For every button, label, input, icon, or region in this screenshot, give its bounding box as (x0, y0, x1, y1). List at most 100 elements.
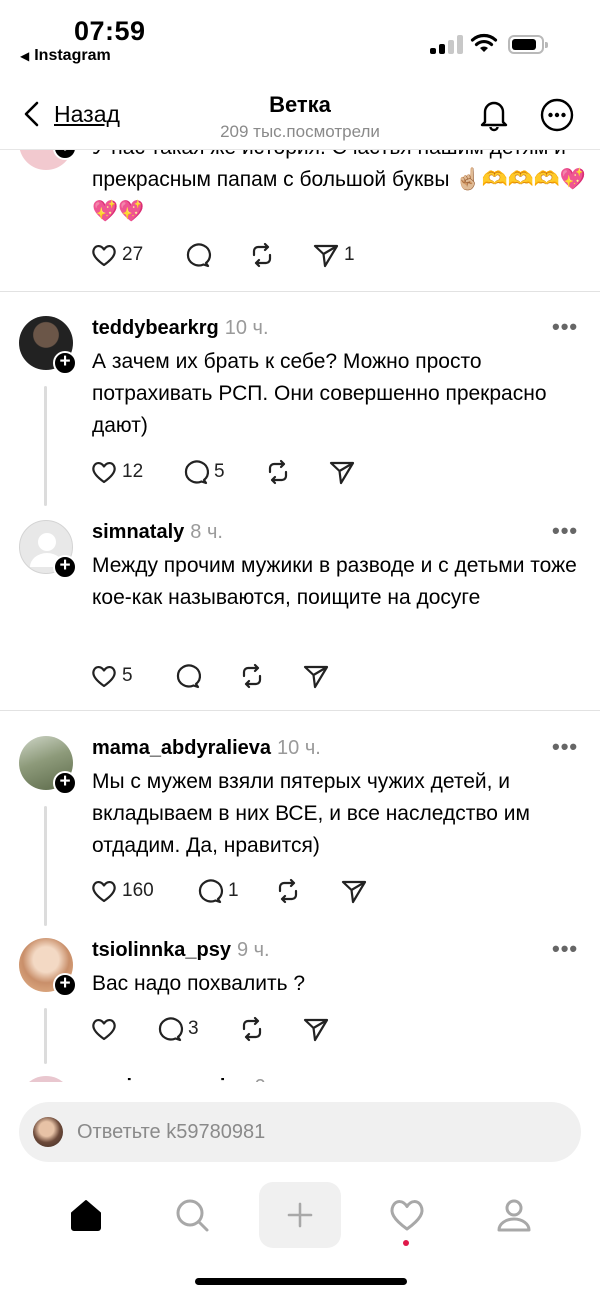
post-more-icon[interactable]: ••• (552, 734, 578, 760)
post-time: 8 ч. (190, 521, 223, 543)
repost-icon (242, 1016, 262, 1042)
share-button[interactable] (302, 662, 330, 690)
username[interactable]: mama_abdyralieva 10 ч. (92, 737, 321, 760)
avatar[interactable] (19, 1076, 73, 1082)
tab-search[interactable] (162, 1180, 222, 1250)
battery-icon (508, 35, 548, 54)
heart-icon (92, 461, 116, 484)
status-time: 07:59 (74, 16, 146, 46)
thread-line (44, 1008, 47, 1064)
repost-button[interactable] (248, 241, 276, 269)
send-icon (313, 244, 339, 268)
post-time: 10 ч. (224, 317, 269, 339)
like-button[interactable]: 27 (90, 241, 143, 269)
search-icon (176, 1199, 209, 1232)
username[interactable]: tsiolinnka_psy 9 ч. (92, 939, 270, 962)
profile-icon (497, 1199, 531, 1232)
like-button[interactable]: 5 (90, 662, 133, 690)
send-icon (303, 1018, 329, 1042)
reply-count: 5 (214, 461, 225, 482)
bell-icon[interactable] (476, 96, 512, 132)
username[interactable]: simnataly 8 ч. (92, 521, 223, 544)
follow-plus-icon[interactable]: + (53, 771, 77, 795)
reply-button[interactable]: 1 (196, 877, 239, 905)
comment-icon (158, 1017, 183, 1042)
like-button[interactable]: 12 (90, 458, 143, 486)
send-icon (329, 461, 355, 485)
repost-button[interactable] (238, 662, 266, 690)
plus-icon (287, 1202, 313, 1228)
reply-placeholder: Ответьте k59780981 (77, 1121, 266, 1143)
reply-button[interactable]: 5 (182, 458, 225, 486)
share-button[interactable] (302, 1015, 330, 1043)
back-triangle-icon: ◀ (20, 49, 30, 63)
heart-icon (390, 1200, 424, 1231)
repost-button[interactable] (264, 458, 292, 486)
share-button[interactable]: 1 (312, 241, 355, 269)
share-button[interactable] (328, 458, 356, 486)
username[interactable]: yaniva_veronina9 (92, 1076, 266, 1082)
share-count: 1 (344, 244, 355, 265)
like-count: 160 (122, 880, 154, 901)
divider (0, 710, 600, 711)
reply-count: 1 (228, 880, 239, 901)
status-bar: 07:59 ◀ Instagram (0, 0, 600, 72)
reply-button[interactable] (184, 241, 212, 269)
wifi-icon (470, 33, 498, 52)
reply-input[interactable]: Ответьте k59780981 (19, 1102, 581, 1162)
thread-line (44, 806, 47, 926)
repost-button[interactable] (274, 877, 302, 905)
tab-profile[interactable] (484, 1180, 544, 1250)
tab-bar (0, 1180, 600, 1260)
post-time: 9 (255, 1076, 266, 1082)
heart-icon (92, 244, 116, 267)
like-button[interactable]: 160 (90, 877, 154, 905)
post-text: Между прочим мужики в разводе и с детьми… (92, 554, 577, 609)
comment-icon (198, 879, 223, 904)
follow-plus-icon[interactable]: + (53, 351, 77, 375)
comment-icon (184, 460, 209, 485)
reply-button[interactable] (174, 662, 202, 690)
repost-icon (242, 663, 262, 689)
thread-line (44, 386, 47, 506)
comment-icon (186, 243, 211, 268)
like-count: 5 (122, 665, 133, 686)
heart-icon (92, 665, 116, 688)
post-text: У нас такая же история. Счастья нашим де… (92, 150, 587, 223)
thread-header: Назад Ветка 209 тыс.посмотрели (0, 80, 600, 150)
heart-icon (92, 880, 116, 903)
tab-new-post[interactable] (259, 1182, 341, 1248)
repost-icon (278, 878, 298, 904)
reply-button[interactable]: 3 (156, 1015, 199, 1043)
post-text: Мы с мужем взяли пятерых чужих детей, и … (92, 770, 530, 857)
send-icon (341, 880, 367, 904)
cellular-signal-icon (430, 34, 464, 54)
tab-home[interactable] (56, 1180, 116, 1250)
like-count: 27 (122, 244, 144, 265)
post-more-icon[interactable]: ••• (552, 518, 578, 544)
send-icon (303, 665, 329, 689)
repost-icon (252, 242, 272, 268)
like-button[interactable] (90, 1015, 118, 1043)
more-options-icon[interactable] (540, 98, 574, 132)
post-time: 10 ч. (277, 737, 321, 759)
follow-plus-icon[interactable]: + (53, 973, 77, 997)
post-time: 9 ч. (236, 939, 270, 961)
share-button[interactable] (340, 877, 368, 905)
repost-icon (268, 459, 288, 485)
divider (0, 291, 600, 292)
reply-count: 3 (188, 1018, 199, 1039)
thread-feed[interactable]: + У нас такая же история. Счастья нашим … (0, 150, 600, 1082)
post-text: А зачем их брать к себе? Можно просто по… (92, 350, 547, 437)
like-count: 12 (122, 461, 144, 482)
username[interactable]: teddybearkrg 10 ч. (92, 317, 269, 340)
home-indicator[interactable] (195, 1278, 407, 1285)
back-app-label: Instagram (34, 47, 111, 64)
avatar (33, 1117, 63, 1147)
back-to-app-link[interactable]: ◀ Instagram (20, 47, 111, 65)
repost-button[interactable] (238, 1015, 266, 1043)
post-more-icon[interactable]: ••• (552, 936, 578, 962)
post-more-icon[interactable]: ••• (552, 314, 578, 340)
follow-plus-icon[interactable]: + (53, 555, 77, 579)
comment-icon (176, 664, 201, 689)
